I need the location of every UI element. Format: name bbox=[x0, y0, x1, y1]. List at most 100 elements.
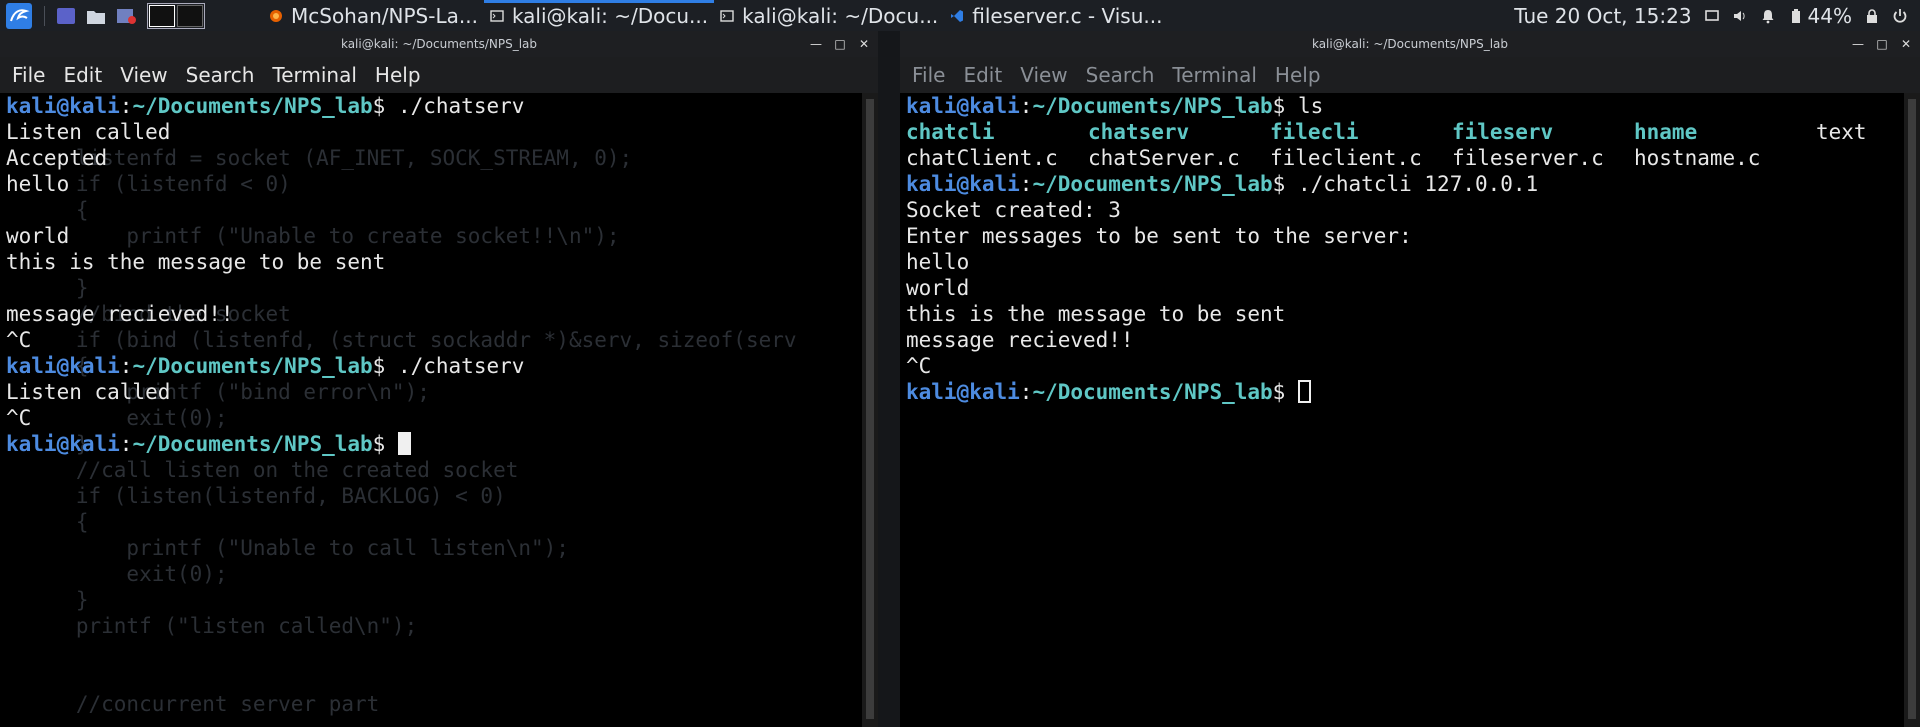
prompt-user: kali@kali bbox=[6, 354, 120, 378]
vscode-icon bbox=[951, 9, 964, 22]
prompt-line: kali@kali:~/Documents/NPS_lab$ ./chatcli… bbox=[906, 171, 1904, 197]
prompt-dollar: $ bbox=[1272, 172, 1286, 196]
close-icon[interactable]: ✕ bbox=[1898, 37, 1914, 51]
menu-search[interactable]: Search bbox=[177, 63, 264, 87]
prompt-line: kali@kali:~/Documents/NPS_lab$ ./chatser… bbox=[6, 93, 524, 119]
prompt-path: ~/Documents/NPS_lab bbox=[132, 432, 373, 456]
workspace-2[interactable] bbox=[177, 4, 203, 27]
kali-menu-icon[interactable] bbox=[6, 2, 32, 29]
output-line: Socket created: 3 bbox=[906, 198, 1121, 222]
task-button[interactable]: fileserver.c - Visu... bbox=[944, 0, 1168, 31]
volume-icon[interactable] bbox=[1732, 8, 1748, 24]
prompt-colon: : bbox=[1019, 172, 1033, 196]
command-text: ./chatcli 127.0.0.1 bbox=[1285, 172, 1539, 196]
ls-directory: chatcli bbox=[906, 120, 995, 144]
task-button[interactable]: kali@kali: ~/Docu... bbox=[714, 0, 944, 31]
terminal-icon bbox=[720, 9, 734, 22]
menu-file[interactable]: File bbox=[0, 63, 54, 87]
prompt-user: kali@kali bbox=[906, 94, 1020, 118]
menu-view[interactable]: View bbox=[111, 63, 176, 87]
menu-edit[interactable]: Edit bbox=[954, 63, 1011, 87]
code-line: if (listen(listenfd, BACKLOG) < 0) bbox=[0, 484, 506, 508]
output-line: Accepted bbox=[6, 146, 108, 170]
code-line: //call listen on the created socket bbox=[0, 458, 519, 482]
maximize-icon[interactable]: □ bbox=[832, 37, 848, 51]
lock-icon[interactable] bbox=[1864, 8, 1880, 24]
ls-directory: chatserv bbox=[1088, 120, 1190, 144]
text-cursor bbox=[1297, 380, 1311, 403]
window-titlebar[interactable]: kali@kali: ~/Documents/NPS_lab — □ ✕ bbox=[900, 31, 1920, 57]
menu-edit[interactable]: Edit bbox=[54, 63, 111, 87]
task-button[interactable]: McSohan/NPS-La... bbox=[263, 0, 484, 31]
recording-icon[interactable] bbox=[115, 5, 137, 27]
terminal-output[interactable]: kali@kali:~/Documents/NPS_lab$ ls chatcli… bbox=[900, 93, 1904, 727]
ls-file: hostname.c bbox=[1634, 146, 1761, 170]
terminal-output[interactable]: listenfd = socket (AF_INET, SOCK_STREAM,… bbox=[0, 93, 862, 727]
output-line: Listen called bbox=[6, 380, 171, 404]
notifications-icon[interactable] bbox=[1760, 8, 1776, 24]
task-label: McSohan/NPS-La... bbox=[291, 3, 478, 28]
close-icon[interactable]: ✕ bbox=[856, 37, 872, 51]
output-line: this is the message to be sent bbox=[6, 250, 386, 274]
prompt-colon: : bbox=[119, 432, 133, 456]
output-line: ^C bbox=[6, 328, 32, 352]
prompt-path: ~/Documents/NPS_lab bbox=[1032, 172, 1273, 196]
terminal-window-right[interactable]: kali@kali: ~/Documents/NPS_lab — □ ✕ Fil… bbox=[900, 31, 1920, 727]
prompt-colon: : bbox=[1019, 380, 1033, 404]
output-line: world bbox=[906, 276, 970, 300]
prompt-line: kali@kali:~/Documents/NPS_lab$ bbox=[6, 431, 524, 457]
menu-file[interactable]: File bbox=[900, 63, 954, 87]
command-text bbox=[385, 432, 398, 456]
window-gap bbox=[878, 31, 900, 727]
menu-help[interactable]: Help bbox=[366, 63, 430, 87]
firefox-icon bbox=[270, 9, 282, 22]
task-button[interactable]: kali@kali: ~/Docu... bbox=[483, 0, 715, 31]
prompt-line: kali@kali:~/Documents/NPS_lab$ bbox=[906, 379, 1904, 405]
workspace-switcher[interactable] bbox=[147, 2, 205, 29]
code-line: exit(0); bbox=[0, 562, 228, 586]
prompt-path: ~/Documents/NPS_lab bbox=[132, 94, 373, 118]
file-manager-icon[interactable] bbox=[85, 5, 107, 27]
prompt-dollar: $ bbox=[372, 354, 386, 378]
show-desktop-icon[interactable] bbox=[55, 5, 77, 27]
output-line: ^C bbox=[6, 406, 32, 430]
minimize-icon[interactable]: — bbox=[1850, 37, 1866, 51]
prompt-user: kali@kali bbox=[6, 94, 120, 118]
output-line: Listen called bbox=[6, 120, 171, 144]
ls-file: chatServer.c bbox=[1088, 146, 1240, 170]
top-panel: McSohan/NPS-La... kali@kali: ~/Docu... kal… bbox=[0, 0, 1920, 31]
window-title: kali@kali: ~/Documents/NPS_lab bbox=[1311, 37, 1509, 51]
power-icon[interactable] bbox=[1892, 8, 1908, 24]
menu-terminal[interactable]: Terminal bbox=[1163, 63, 1266, 87]
ls-directory: fileserv bbox=[1452, 120, 1554, 144]
command-text: ./chatserv bbox=[385, 94, 525, 118]
menu-view[interactable]: View bbox=[1011, 63, 1076, 87]
prompt-path: ~/Documents/NPS_lab bbox=[1032, 94, 1273, 118]
maximize-icon[interactable]: □ bbox=[1874, 37, 1890, 51]
menu-help[interactable]: Help bbox=[1266, 63, 1330, 87]
prompt-dollar: $ bbox=[372, 432, 386, 456]
clock[interactable]: Tue 20 Oct, 15:23 bbox=[1514, 4, 1691, 28]
prompt-path: ~/Documents/NPS_lab bbox=[1032, 380, 1273, 404]
ls-file: fileclient.c bbox=[1270, 146, 1422, 170]
display-icon[interactable] bbox=[1704, 8, 1720, 24]
window-title: kali@kali: ~/Documents/NPS_lab bbox=[340, 37, 538, 51]
minimize-icon[interactable]: — bbox=[808, 37, 824, 51]
ls-file: chatClient.c bbox=[906, 146, 1058, 170]
scrollbar[interactable] bbox=[862, 93, 878, 727]
prompt-dollar: $ bbox=[1272, 380, 1286, 404]
window-titlebar[interactable]: kali@kali: ~/Documents/NPS_lab — □ ✕ bbox=[0, 31, 878, 57]
scrollbar-thumb[interactable] bbox=[866, 99, 874, 719]
ls-row: chatClient.c chatServer.c fileclient.c file… bbox=[906, 145, 1904, 171]
terminal-menubar: File Edit View Search Terminal Help bbox=[0, 57, 878, 93]
workspace-1[interactable] bbox=[149, 4, 175, 27]
terminal-window-left[interactable]: kali@kali: ~/Documents/NPS_lab — □ ✕ Fil… bbox=[0, 31, 878, 727]
scrollbar[interactable] bbox=[1904, 93, 1920, 727]
menu-terminal[interactable]: Terminal bbox=[263, 63, 366, 87]
battery-icon[interactable] bbox=[1788, 8, 1804, 24]
menu-search[interactable]: Search bbox=[1077, 63, 1164, 87]
scrollbar-thumb[interactable] bbox=[1908, 99, 1916, 719]
